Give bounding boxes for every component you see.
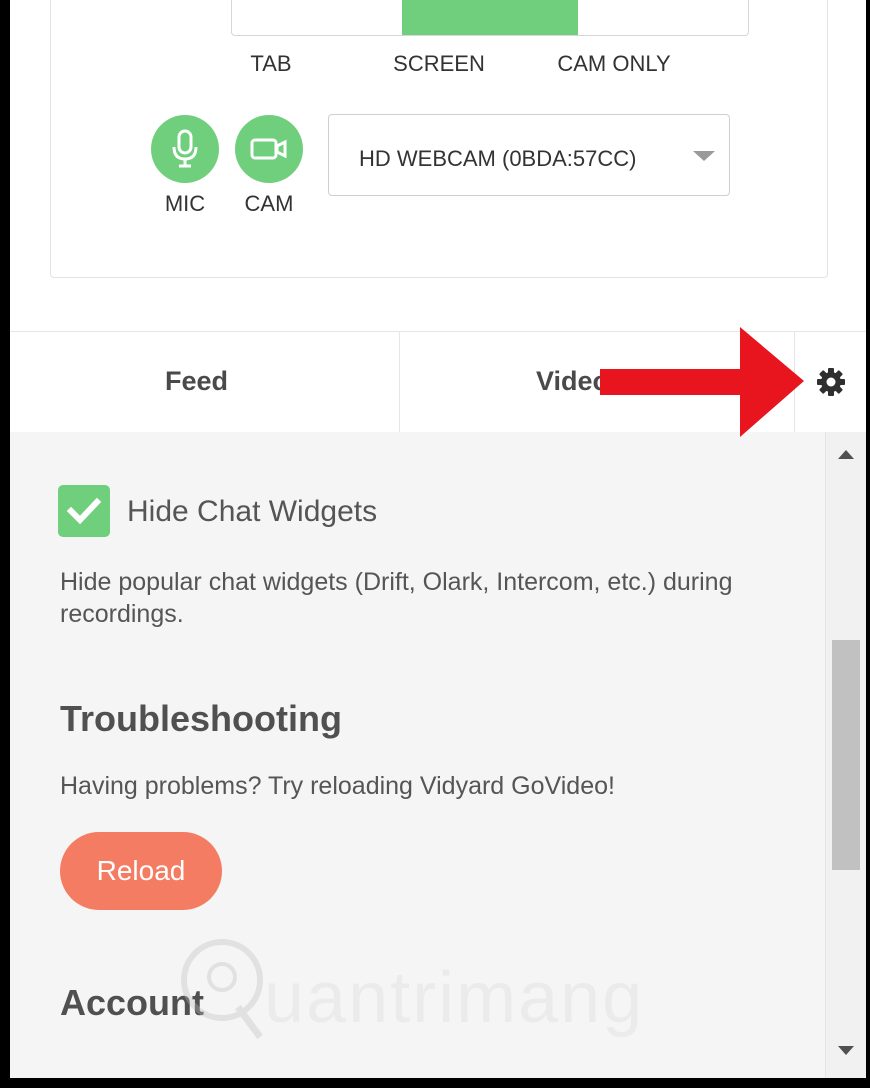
cam-label: CAM bbox=[244, 191, 294, 216]
microphone-icon bbox=[172, 129, 198, 168]
camera-select-value: HD WEBCAM (0BDA:57CC) bbox=[359, 146, 637, 171]
hide-chat-widgets-label: Hide Chat Widgets bbox=[127, 495, 378, 528]
recording-options-card: TAB SCREEN CAM ONLY MIC CAM HD WEBCAM (0… bbox=[50, 0, 828, 278]
hide-chat-widgets-checkbox[interactable] bbox=[58, 485, 110, 537]
mode-tab-option[interactable] bbox=[232, 0, 402, 35]
window-border-left bbox=[0, 0, 10, 1088]
mode-tab-label: TAB bbox=[250, 51, 292, 76]
annotation-arrow-icon bbox=[600, 327, 804, 437]
tab-feed[interactable]: Feed bbox=[10, 332, 400, 432]
hide-chat-widgets-description: Hide popular chat widgets (Drift, Olark,… bbox=[60, 568, 733, 628]
mic-label: MIC bbox=[164, 191, 206, 216]
camera-select[interactable]: HD WEBCAM (0BDA:57CC) bbox=[328, 114, 730, 196]
reload-button[interactable]: Reload bbox=[60, 832, 222, 910]
mode-screen-label: SCREEN bbox=[393, 51, 485, 76]
cam-toggle-button[interactable] bbox=[235, 115, 303, 183]
lightbulb-logo-icon bbox=[181, 939, 263, 1040]
window-border-bottom bbox=[0, 1078, 870, 1088]
gear-icon bbox=[816, 368, 845, 396]
scroll-up-arrow-icon[interactable] bbox=[838, 450, 854, 459]
mode-screen-option[interactable] bbox=[402, 0, 578, 35]
mic-toggle-button[interactable] bbox=[151, 115, 219, 183]
mode-cam-only-option[interactable] bbox=[578, 0, 748, 35]
recording-mode-selector bbox=[231, 0, 749, 36]
mode-cam-only-label: CAM ONLY bbox=[557, 51, 671, 76]
video-camera-icon bbox=[250, 138, 287, 160]
scroll-down-arrow-icon[interactable] bbox=[838, 1046, 854, 1055]
checkmark-icon bbox=[67, 497, 101, 525]
window-border-right bbox=[866, 0, 870, 1088]
chevron-down-icon bbox=[693, 151, 715, 161]
troubleshooting-description: Having problems? Try reloading Vidyard G… bbox=[60, 772, 615, 800]
scrollbar-thumb[interactable] bbox=[832, 640, 860, 870]
tab-feed-label: Feed bbox=[165, 366, 229, 396]
troubleshooting-heading: Troubleshooting bbox=[60, 698, 342, 739]
settings-scrollbar[interactable] bbox=[825, 432, 866, 1078]
watermark-text: uantrimang bbox=[264, 958, 645, 1038]
watermark: uantrimang bbox=[180, 935, 642, 1050]
